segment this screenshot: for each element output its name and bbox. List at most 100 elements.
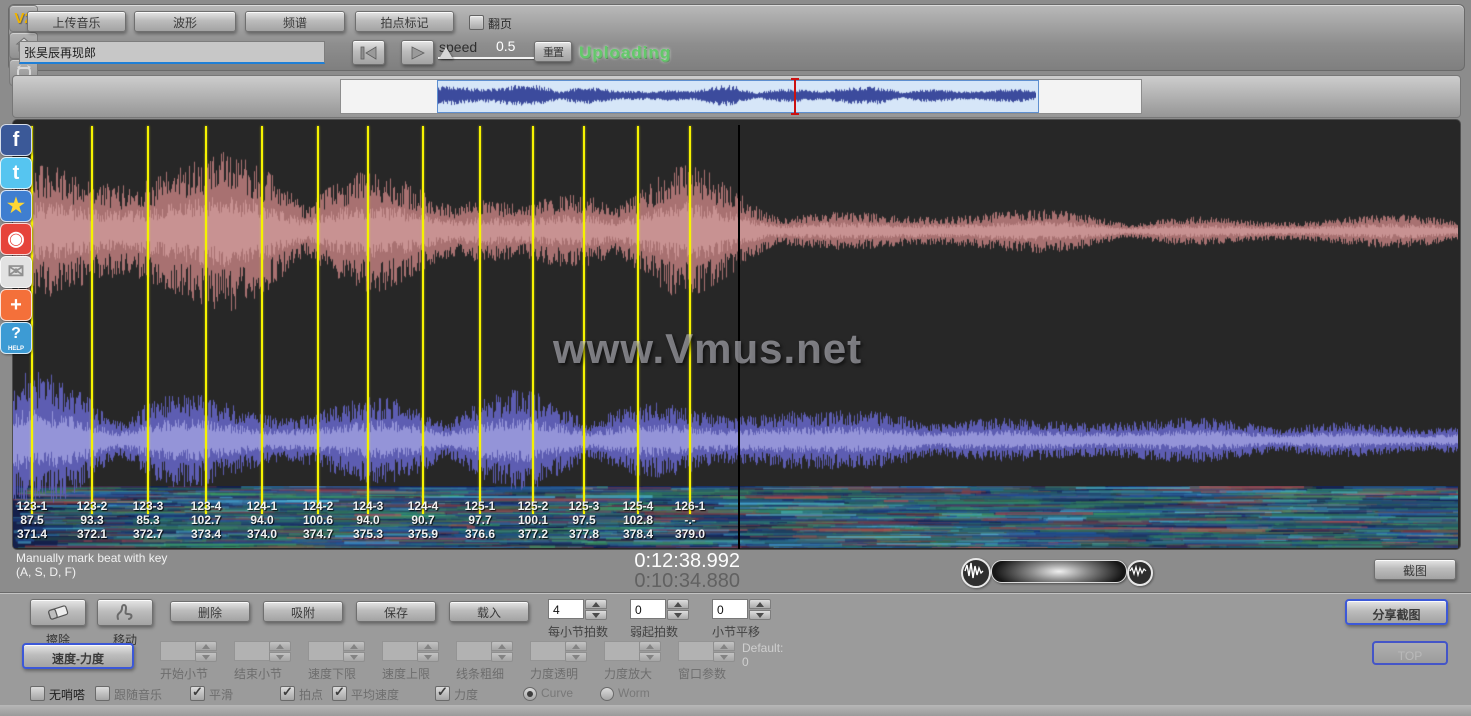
option-checkbox-0[interactable] (30, 686, 45, 701)
tempo-dynamics-button[interactable]: 速度-力度 (22, 643, 134, 669)
beat-marker-line[interactable] (689, 126, 691, 514)
overview-cursor[interactable] (794, 78, 796, 115)
reset-button[interactable]: 重置 (534, 41, 572, 62)
param-stepper-2 (343, 641, 365, 663)
help-icon[interactable]: ?HELP (0, 322, 32, 354)
param-input-4 (456, 641, 492, 661)
move-tool-button[interactable] (97, 599, 153, 626)
speed-slider-thumb[interactable] (439, 47, 453, 59)
beat-label: 124-490.7375.9 (408, 499, 439, 541)
speed-slider-track[interactable] (438, 57, 540, 59)
prev-button[interactable] (352, 40, 385, 65)
param-input-1 (234, 641, 270, 661)
beat-marker-line[interactable] (205, 126, 207, 514)
beats-per-bar-input[interactable]: 4 (548, 599, 584, 619)
bar-shift-stepper[interactable] (749, 599, 771, 621)
param-input-7 (678, 641, 714, 661)
param-label-2: 速度下限 (308, 665, 356, 682)
waveform-display[interactable]: 123-187.5371.4 123-293.3372.1 123-385.3372… (12, 119, 1461, 550)
param-stepper-7 (713, 641, 735, 663)
share-plus-icon[interactable]: + (0, 289, 32, 321)
beats-per-bar-stepper[interactable] (585, 599, 607, 621)
default-value-label: Default:0 (742, 641, 783, 669)
mode-radio-label-worm: Worm (618, 686, 650, 700)
mode-radio-label-curve: Curve (541, 686, 573, 700)
beat-marker-line[interactable] (317, 126, 319, 514)
option-checkbox-1[interactable] (95, 686, 110, 701)
track-title-input[interactable] (19, 41, 325, 64)
beat-label: 124-2100.6374.7 (303, 499, 334, 541)
uploading-status: Uploading (579, 43, 671, 63)
upload-music-button[interactable]: 上传音乐 (27, 11, 126, 32)
erase-tool-button[interactable] (30, 599, 86, 626)
mail-icon[interactable]: ✉ (0, 256, 32, 288)
page-turn-label: 翻页 (488, 15, 512, 32)
mode-radio-curve[interactable] (523, 687, 537, 701)
beat-marker-line[interactable] (261, 126, 263, 514)
param-input-6 (604, 641, 640, 661)
snap-button[interactable]: 吸附 (263, 601, 343, 622)
option-checkbox-label-1: 跟随音乐 (114, 686, 162, 703)
param-label-0: 开始小节 (160, 665, 208, 682)
mode-radio-worm[interactable] (600, 687, 614, 701)
option-checkbox-5[interactable]: ✓ (435, 686, 450, 701)
beat-label: 123-385.3372.7 (133, 499, 164, 541)
top-button[interactable]: TOP (1372, 641, 1448, 665)
pickup-beats-input[interactable]: 0 (630, 599, 666, 619)
watermark: www.Vmus.net (553, 325, 862, 373)
option-checkbox-4[interactable]: ✓ (332, 686, 347, 701)
weibo-icon[interactable]: ◉ (0, 223, 32, 255)
bottom-control-panel: 擦除 移动 删除 吸附 保存 载入 4 每小节拍数 0 弱起拍数 0 小节平移 … (0, 592, 1471, 706)
beat-marker-line[interactable] (367, 126, 369, 514)
param-input-0 (160, 641, 196, 661)
wave-zoom-slider[interactable] (991, 560, 1127, 583)
option-checkbox-3[interactable]: ✓ (280, 686, 295, 701)
page-turn-checkbox[interactable] (469, 15, 484, 30)
play-button[interactable] (401, 40, 434, 65)
beat-marker-line[interactable] (91, 126, 93, 514)
spectrum-button[interactable]: 频谱 (245, 11, 345, 32)
beat-label: 124-194.0374.0 (247, 499, 278, 541)
save-button[interactable]: 保存 (356, 601, 436, 622)
overview-waveform-band[interactable] (340, 79, 1142, 114)
load-button[interactable]: 载入 (449, 601, 529, 622)
option-checkbox-label-4: 平均速度 (351, 686, 399, 703)
beat-marker-line[interactable] (637, 126, 639, 514)
wave-zoom-in-icon[interactable] (1127, 560, 1153, 586)
delete-button[interactable]: 删除 (170, 601, 250, 622)
option-checkbox-label-5: 力度 (454, 686, 478, 703)
param-label-4: 线条粗细 (456, 665, 504, 682)
param-label-5: 力度透明 (530, 665, 578, 682)
qzone-icon[interactable]: ★ (0, 190, 32, 222)
window-bottom-edge (0, 705, 1471, 716)
top-toolbar: 上传音乐 波形 频谱 拍点标记 翻页 V2 speed 0.5 重置 Uploa… (8, 4, 1465, 71)
beat-label: 123-187.5371.4 (17, 499, 48, 541)
beat-label: 123-4102.7373.4 (191, 499, 222, 541)
param-label-1: 结束小节 (234, 665, 282, 682)
option-checkbox-2[interactable]: ✓ (190, 686, 205, 701)
beat-label: 126-1-.-379.0 (675, 499, 706, 541)
beat-label: 123-293.3372.1 (77, 499, 108, 541)
beat-label: 125-4102.8378.4 (623, 499, 654, 541)
beat-mark-button[interactable]: 拍点标记 (355, 11, 454, 32)
param-input-3 (382, 641, 418, 661)
twitter-icon[interactable]: t (0, 157, 32, 189)
speed-value: 0.5 (496, 38, 515, 54)
overview-selection[interactable] (437, 80, 1039, 113)
wave-zoom-out-icon[interactable] (961, 558, 991, 588)
pickup-beats-stepper[interactable] (667, 599, 689, 621)
beat-marker-line[interactable] (422, 126, 424, 514)
beat-marker-line[interactable] (583, 126, 585, 514)
beat-label: 124-394.0375.3 (353, 499, 384, 541)
share-screenshot-button[interactable]: 分享截图 (1345, 599, 1448, 625)
bar-shift-label: 小节平移 (712, 623, 760, 640)
param-label-7: 窗口参数 (678, 665, 726, 682)
beat-marker-line[interactable] (532, 126, 534, 514)
waveform-button[interactable]: 波形 (134, 11, 236, 32)
beat-marker-line[interactable] (479, 126, 481, 514)
beat-marker-line[interactable] (147, 126, 149, 514)
screenshot-button[interactable]: 截图 (1374, 559, 1456, 580)
bar-shift-input[interactable]: 0 (712, 599, 748, 619)
hint-text-line2: (A, S, D, F) (16, 565, 76, 579)
facebook-icon[interactable]: f (0, 124, 32, 156)
